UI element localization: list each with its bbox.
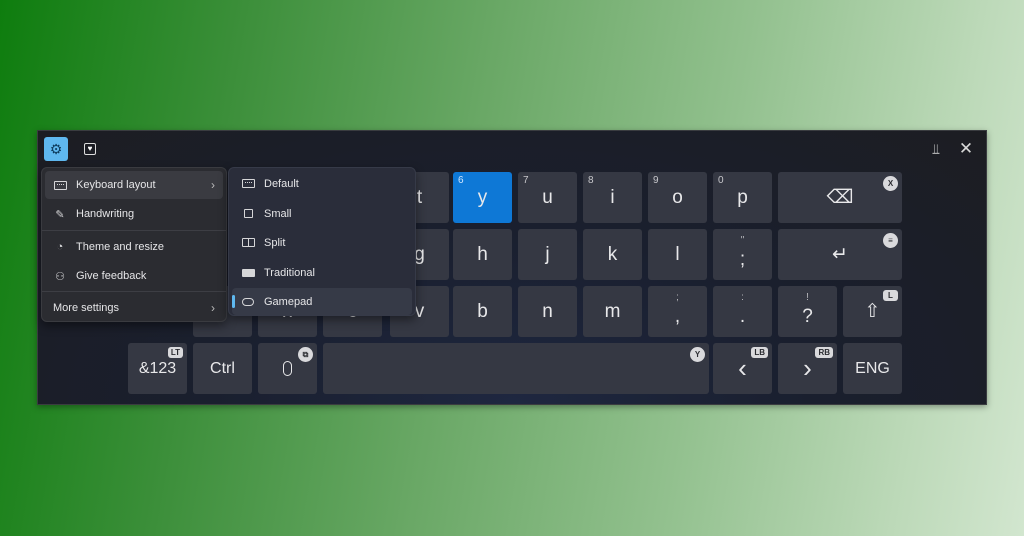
keyboard-icon [53, 179, 67, 191]
layout-option-split[interactable]: Split [232, 229, 412, 256]
gamepad-lb-hint: LB [751, 347, 768, 358]
settings-button[interactable]: ⚙ [44, 137, 68, 161]
microphone-icon [283, 361, 292, 376]
key-comma[interactable]: ;, [648, 286, 707, 337]
gamepad-y-hint: Y [690, 347, 705, 362]
shift-icon: ⇧ [864, 301, 881, 322]
menu-divider [42, 291, 226, 292]
left-arrow-key[interactable]: ‹ LB [713, 343, 772, 394]
space-key[interactable]: Y [323, 343, 709, 394]
dock-button[interactable]: ⫫ [924, 137, 948, 161]
emoji-heart-icon: ♥ [84, 143, 96, 155]
handwriting-icon: ✎ [55, 208, 65, 221]
mic-key[interactable]: ⧉ [258, 343, 317, 394]
keyboard-default-icon [241, 178, 255, 189]
gear-icon: ⚙ [49, 140, 63, 157]
keyboard-layout-submenu: Default Small Split Traditional Gamepad [228, 167, 416, 316]
menu-item-handwriting[interactable]: ✎ Handwriting [45, 200, 223, 228]
layout-option-default[interactable]: Default [232, 170, 412, 197]
menu-item-give-feedback[interactable]: ⚇ Give feedback [45, 262, 223, 290]
key-p[interactable]: 0p [713, 172, 772, 223]
menu-item-keyboard-layout[interactable]: Keyboard layout › [45, 171, 223, 199]
ctrl-key[interactable]: Ctrl [193, 343, 252, 394]
menu-item-more-settings[interactable]: More settings › [45, 294, 223, 322]
symbols-key[interactable]: &123 LT [128, 343, 187, 394]
keyboard-traditional-icon [241, 267, 255, 278]
key-i[interactable]: 8i [583, 172, 642, 223]
language-key[interactable]: ENG [843, 343, 902, 394]
chevron-right-icon: › [803, 353, 812, 383]
key-k[interactable]: k [583, 229, 642, 280]
keyboard-small-icon [241, 208, 255, 219]
enter-icon: ↵ [832, 244, 848, 265]
key-semicolon[interactable]: "; [713, 229, 772, 280]
chevron-left-icon: ‹ [738, 353, 747, 383]
gamepad-icon [241, 296, 255, 307]
chevron-right-icon: › [211, 178, 215, 192]
key-question[interactable]: !? [778, 286, 837, 337]
gamepad-l-hint: L [883, 290, 898, 301]
backspace-icon: ⌫ [826, 187, 854, 208]
gamepad-x-hint: X [883, 176, 898, 191]
gamepad-view-hint: ⧉ [298, 347, 313, 362]
key-j[interactable]: j [518, 229, 577, 280]
key-l[interactable]: l [648, 229, 707, 280]
key-period[interactable]: :. [713, 286, 772, 337]
key-m[interactable]: m [583, 286, 642, 337]
emoji-button[interactable]: ♥ [78, 137, 102, 161]
enter-key[interactable]: ↵ ≡ [778, 229, 902, 280]
gamepad-rb-hint: RB [815, 347, 833, 358]
keyboard-split-icon [241, 237, 255, 248]
gamepad-lt-hint: LT [167, 347, 183, 358]
layout-option-traditional[interactable]: Traditional [232, 259, 412, 286]
right-arrow-key[interactable]: › RB [778, 343, 837, 394]
backspace-key[interactable]: ⌫ X [778, 172, 902, 223]
feedback-icon: ⚇ [55, 270, 65, 283]
settings-menu: Keyboard layout › ✎ Handwriting ◔ Theme … [41, 167, 227, 322]
gamepad-menu-hint: ≡ [883, 233, 898, 248]
palette-icon: ◔ [56, 241, 64, 253]
key-h[interactable]: h [453, 229, 512, 280]
key-o[interactable]: 9o [648, 172, 707, 223]
close-button[interactable]: ✕ [954, 137, 978, 161]
key-b[interactable]: b [453, 286, 512, 337]
menu-item-theme-resize[interactable]: ◔ Theme and resize [45, 233, 223, 261]
close-icon: ✕ [958, 139, 974, 158]
key-n[interactable]: n [518, 286, 577, 337]
key-y[interactable]: 6y [453, 172, 512, 223]
layout-option-small[interactable]: Small [232, 200, 412, 227]
dock-icon: ⫫ [932, 140, 940, 157]
menu-divider [42, 230, 226, 231]
chevron-right-icon: › [211, 301, 215, 315]
selected-indicator [232, 295, 235, 308]
key-u[interactable]: 7u [518, 172, 577, 223]
shift-key[interactable]: ⇧ L [843, 286, 902, 337]
layout-option-gamepad[interactable]: Gamepad [232, 288, 412, 315]
